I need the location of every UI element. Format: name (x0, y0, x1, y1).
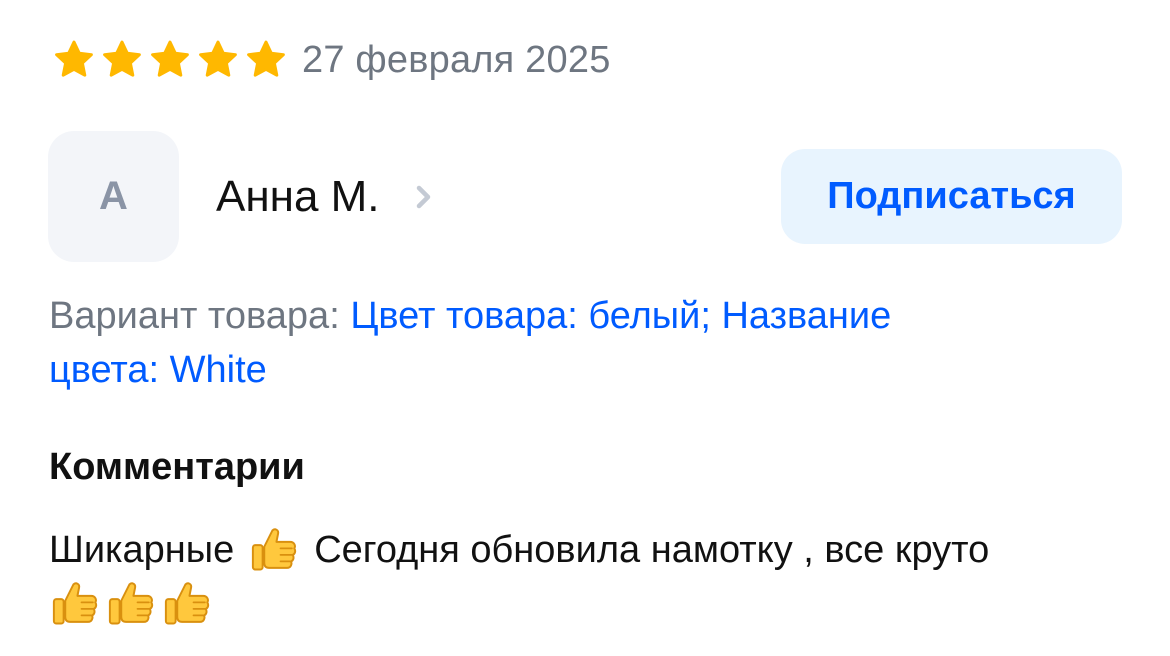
avatar-initial: А (99, 174, 128, 218)
thumbs-up-icon (164, 582, 210, 625)
comment-text-part1: Шикарные (49, 529, 235, 571)
variant-value-line1[interactable]: Цвет товара: белый; Название (350, 295, 891, 337)
thumbs-up-icon (108, 582, 154, 625)
thumbs-up-icon (52, 582, 98, 625)
chevron-right-icon (416, 185, 430, 209)
author-profile-link[interactable]: Анна М. (216, 171, 436, 223)
review-date: 27 февраля 2025 (302, 38, 611, 81)
star-icon (199, 40, 237, 77)
star-icon (55, 40, 93, 77)
comment-text-part2: Сегодня обновила намотку , все круто (314, 529, 990, 571)
star-icon (151, 40, 189, 77)
variant-value-line2[interactable]: цвета: White (49, 349, 267, 391)
rating-row: 27 февраля 2025 (52, 36, 611, 84)
thumbs-up-icon (252, 528, 297, 571)
star-rating (52, 38, 288, 82)
star-icon (103, 40, 141, 77)
product-variant: Вариант товара: Цвет товара: белый; Назв… (49, 289, 1129, 397)
variant-label: Вариант товара: (49, 295, 351, 337)
subscribe-button[interactable]: Подписаться (781, 149, 1122, 244)
author-name: Анна М. (216, 172, 380, 221)
star-icon (247, 40, 285, 77)
avatar[interactable]: А (48, 131, 179, 262)
comment-text: Шикарные Сегодня обновила намотку , все … (49, 522, 1139, 630)
comments-title: Комментарии (49, 446, 305, 488)
